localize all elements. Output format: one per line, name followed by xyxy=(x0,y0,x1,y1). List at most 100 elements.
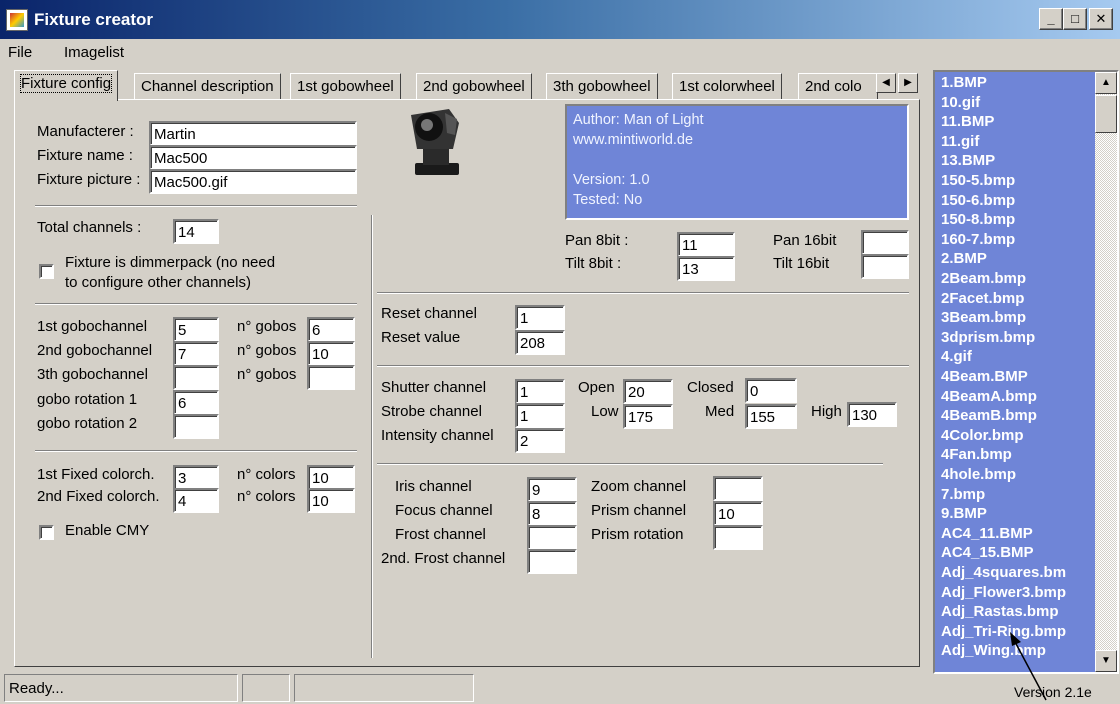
imagelist-item[interactable]: 13.BMP xyxy=(941,152,995,169)
strobe-channel-field[interactable]: 1 xyxy=(515,403,565,428)
imagelist-item[interactable]: Adj_Flower3.bmp xyxy=(941,584,1066,601)
manufacturer-field[interactable]: Martin xyxy=(149,121,357,146)
high-field[interactable]: 130 xyxy=(847,402,897,427)
scroll-thumb[interactable] xyxy=(1095,95,1117,133)
imagelist-item[interactable]: 4Beam.BMP xyxy=(941,368,1028,385)
imagelist-item[interactable]: 150-5.bmp xyxy=(941,172,1015,189)
tilt-16bit-label: Tilt 16bit xyxy=(773,255,830,272)
tab-3th-gobowheel[interactable]: 3th gobowheel xyxy=(546,73,658,100)
total-channels-label: Total channels : xyxy=(37,219,142,236)
imagelist-item[interactable]: 160-7.bmp xyxy=(941,231,1015,248)
minimize-button[interactable]: _ xyxy=(1039,8,1063,30)
tab-2nd-colorwheel[interactable]: 2nd colo xyxy=(798,73,878,100)
color1-count-label: n° colors xyxy=(237,466,296,483)
pan-16bit-field[interactable] xyxy=(861,230,909,255)
tilt-8bit-field[interactable]: 13 xyxy=(677,256,735,281)
iris-channel-field[interactable]: 9 xyxy=(527,477,577,502)
imagelist-item[interactable]: 11.gif xyxy=(941,133,979,150)
dimmerpack-checkbox[interactable] xyxy=(39,264,54,279)
fixture-info-box[interactable]: Author: Man of Light www.mintiworld.de V… xyxy=(565,104,909,220)
pan-8bit-field[interactable]: 11 xyxy=(677,232,735,257)
imagelist-listbox[interactable]: 1.BMP 10.gif 11.BMP 11.gif 13.BMP 150-5.bmp 15… xyxy=(933,70,1119,674)
fixture-name-label: Fixture name : xyxy=(37,147,133,164)
low-field[interactable]: 175 xyxy=(623,404,673,429)
imagelist-item[interactable]: AC4_15.BMP xyxy=(941,544,1034,561)
info-website: www.mintiworld.de xyxy=(573,132,694,148)
tab-1st-gobowheel[interactable]: 1st gobowheel xyxy=(290,73,401,100)
imagelist-item[interactable]: 4BeamA.bmp xyxy=(941,388,1037,405)
imagelist-item[interactable]: 7.bmp xyxy=(941,486,985,503)
gobo2-count-field[interactable]: 10 xyxy=(307,341,355,366)
frost-channel-field[interactable] xyxy=(527,525,577,550)
fixed-color2-label: 2nd Fixed colorch. xyxy=(37,488,160,505)
fixed-color1-field[interactable]: 3 xyxy=(173,465,219,490)
imagelist-item[interactable]: Adj_4squares.bm xyxy=(941,564,1066,581)
shutter-channel-field[interactable]: 1 xyxy=(515,379,565,404)
med-field[interactable]: 155 xyxy=(745,404,797,429)
focus-channel-field[interactable]: 8 xyxy=(527,501,577,526)
color1-count-field[interactable]: 10 xyxy=(307,465,355,490)
gobo3-label: 3th gobochannel xyxy=(37,366,148,383)
tab-1st-colorwheel[interactable]: 1st colorwheel xyxy=(672,73,782,100)
tab-2nd-gobowheel[interactable]: 2nd gobowheel xyxy=(416,73,532,100)
imagelist-item[interactable]: 11.BMP xyxy=(941,113,994,130)
close-button[interactable]: ✕ xyxy=(1089,8,1113,30)
imagelist-item[interactable]: 10.gif xyxy=(941,94,980,111)
tab-scroll-right-icon[interactable]: ▶ xyxy=(898,73,918,93)
imagelist-item[interactable]: 4BeamB.bmp xyxy=(941,407,1037,424)
open-field[interactable]: 20 xyxy=(623,379,673,404)
closed-field[interactable]: 0 xyxy=(745,378,797,403)
gobo-rotation1-field[interactable]: 6 xyxy=(173,390,219,415)
reset-value-field[interactable]: 208 xyxy=(515,330,565,355)
title-bar[interactable]: Fixture creator _ □ ✕ xyxy=(0,0,1120,39)
imagelist-scrollbar[interactable]: ▲ ▼ xyxy=(1095,72,1117,672)
imagelist-item[interactable]: 1.BMP xyxy=(941,74,987,91)
moving-head-image xyxy=(411,109,459,175)
info-author: Author: Man of Light xyxy=(573,112,704,128)
imagelist-item[interactable]: 4Fan.bmp xyxy=(941,446,1012,463)
imagelist-item[interactable]: 9.BMP xyxy=(941,505,987,522)
imagelist-item[interactable]: 4hole.bmp xyxy=(941,466,1016,483)
prism-rotation-field[interactable] xyxy=(713,525,763,550)
enable-cmy-checkbox[interactable] xyxy=(39,525,54,540)
color2-count-field[interactable]: 10 xyxy=(307,488,355,513)
prism-channel-field[interactable]: 10 xyxy=(713,501,763,526)
imagelist-item[interactable]: 2.BMP xyxy=(941,250,987,267)
tab-fixture-config[interactable]: Fixture config xyxy=(14,70,119,101)
imagelist-item[interactable]: Adj_Rastas.bmp xyxy=(941,603,1059,620)
gobo1-count-field[interactable]: 6 xyxy=(307,317,355,342)
imagelist-item[interactable]: AC4_11.BMP xyxy=(941,525,1033,542)
fixed-color2-field[interactable]: 4 xyxy=(173,488,219,513)
intensity-channel-field[interactable]: 2 xyxy=(515,428,565,453)
frost2-channel-field[interactable] xyxy=(527,549,577,574)
menu-file[interactable]: File xyxy=(8,44,32,61)
gobo-rotation2-field[interactable] xyxy=(173,414,219,439)
status-bar: Ready... xyxy=(0,672,930,704)
menu-imagelist[interactable]: Imagelist xyxy=(64,44,124,61)
imagelist-item[interactable]: 2Beam.bmp xyxy=(941,270,1026,287)
imagelist-item[interactable]: 150-6.bmp xyxy=(941,192,1015,209)
total-channels-field[interactable]: 14 xyxy=(173,219,219,244)
fixture-name-field[interactable]: Mac500 xyxy=(149,145,357,170)
imagelist-item[interactable]: 2Facet.bmp xyxy=(941,290,1024,307)
imagelist-item[interactable]: 3dprism.bmp xyxy=(941,329,1035,346)
prism-rotation-label: Prism rotation xyxy=(591,526,684,543)
imagelist-item[interactable]: 4Color.bmp xyxy=(941,427,1024,444)
scroll-down-icon[interactable]: ▼ xyxy=(1095,650,1117,672)
reset-channel-field[interactable]: 1 xyxy=(515,305,565,330)
tab-channel-description[interactable]: Channel description xyxy=(134,73,281,100)
zoom-channel-field[interactable] xyxy=(713,476,763,501)
imagelist-item[interactable]: 150-8.bmp xyxy=(941,211,1015,228)
maximize-button[interactable]: □ xyxy=(1063,8,1087,30)
imagelist-item[interactable]: 3Beam.bmp xyxy=(941,309,1026,326)
gobo3-count-field[interactable] xyxy=(307,365,355,390)
gobo2-field[interactable]: 7 xyxy=(173,341,219,366)
fixture-picture-field[interactable]: Mac500.gif xyxy=(149,169,357,194)
gobo3-field[interactable] xyxy=(173,365,219,390)
scroll-up-icon[interactable]: ▲ xyxy=(1095,72,1117,94)
tilt-16bit-field[interactable] xyxy=(861,254,909,279)
separator xyxy=(377,463,883,465)
tab-scroll-left-icon[interactable]: ◀ xyxy=(876,73,896,93)
imagelist-item[interactable]: 4.gif xyxy=(941,348,972,365)
gobo1-field[interactable]: 5 xyxy=(173,317,219,342)
